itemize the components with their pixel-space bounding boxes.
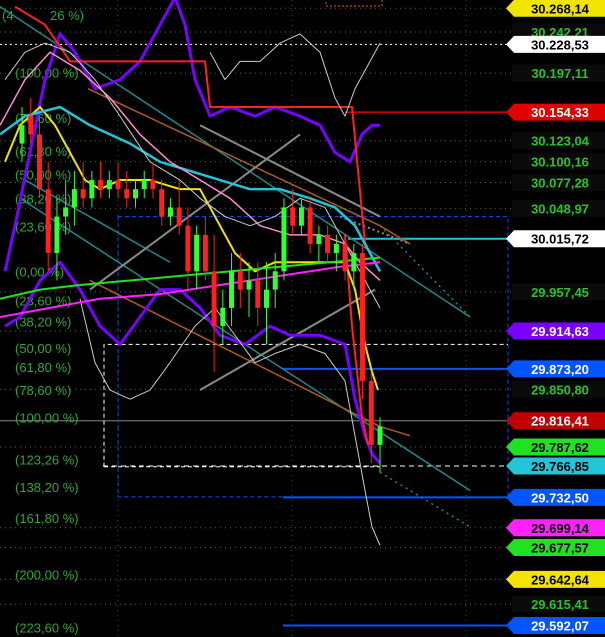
candle-body [89,180,95,199]
price-label[interactable]: 29.677,57 [531,540,589,555]
candle-body [45,189,51,254]
candle-body [80,189,86,199]
candle-body [98,180,104,190]
candle-body [307,207,313,244]
candle-body [71,189,77,208]
candle-body [202,234,208,272]
candle-body [194,234,200,272]
candle-body [263,289,269,308]
price-label[interactable]: 29.699,14 [531,521,590,536]
candle-body [316,234,322,244]
candle-body [360,253,366,381]
fib-label: (38,20 %) [15,191,71,206]
candle-body [333,243,339,254]
candle-body [176,207,182,226]
candle-body [159,189,165,217]
fib-label: (200,00 %) [15,567,79,582]
fib-label: (38,20 %) [15,315,71,330]
candle-body [325,234,331,254]
candle-body [63,207,69,217]
price-label[interactable]: 29.850,80 [531,382,589,397]
candle-body [141,180,147,190]
candle-body [133,189,139,199]
price-label[interactable]: 29.957,45 [531,285,589,300]
candle-body [115,180,121,190]
candle-body [272,271,278,290]
price-label[interactable]: 30.077,28 [531,176,589,191]
price-label[interactable]: 29.816,41 [531,414,589,429]
price-label[interactable]: 30.015,72 [531,232,589,247]
price-label[interactable]: 29.592,07 [531,619,589,634]
price-label[interactable]: 29.914,63 [531,324,589,339]
fib-label: (50,00 %) [15,341,71,356]
price-label[interactable]: 30.048,97 [531,201,589,216]
candle-body [150,180,156,190]
candle-body [185,225,191,272]
price-label[interactable]: 29.615,41 [531,597,589,612]
fib-label: (100,00 %) [15,410,79,425]
candle-body [351,253,357,272]
price-label[interactable]: 30.268,14 [531,1,590,16]
candle-body [211,271,217,327]
candle-body [167,207,173,217]
fib-label: (123,26 %) [15,452,79,467]
price-label[interactable]: 30.228,53 [531,37,589,52]
candle-body [368,380,374,445]
fib-label: (61,80 %) [15,144,71,159]
candle-body [377,426,383,445]
candle-body [255,280,261,308]
candle-body [28,116,34,135]
candle-body [124,189,130,199]
candle-body [246,280,252,290]
candle-body [220,307,226,327]
candle-body [106,180,112,190]
price-label[interactable]: 30.197,11 [531,66,588,81]
fib-label: (23,60 %) [15,220,71,235]
price-label[interactable]: 29.787,62 [531,440,589,455]
price-label[interactable]: 30.100,16 [531,155,589,170]
fib-label-partial: (4 [2,8,14,23]
fib-label: (61,80 %) [15,360,71,375]
candlestick-chart[interactable]: (100,00 %) (78,60 %) (61,80 %) (50,00 %) (38… [0,0,605,637]
candle-body [290,207,296,226]
fib-label: (223,60 %) [15,620,79,635]
candle-body [36,134,42,190]
fib-label: (78,60 %) [15,383,71,398]
fib-label-partial: 26 %) [50,8,84,23]
candle-body [342,243,348,272]
candle-body [229,271,235,308]
price-label[interactable]: 29.732,50 [531,490,589,505]
price-label[interactable]: 29.873,20 [531,362,589,377]
price-label[interactable]: 30.154,33 [531,105,589,120]
fib-label: (161,80 %) [15,511,79,526]
price-label[interactable]: 30.123,04 [531,134,590,149]
fib-label: (138,20 %) [15,480,79,495]
candle-body [54,216,60,254]
candle-body [19,125,25,144]
candle-body [298,207,304,226]
price-label[interactable]: 29.766,85 [531,459,589,474]
candle-body [237,271,243,290]
candle-body [281,207,287,272]
price-label[interactable]: 29.642,64 [531,572,590,587]
